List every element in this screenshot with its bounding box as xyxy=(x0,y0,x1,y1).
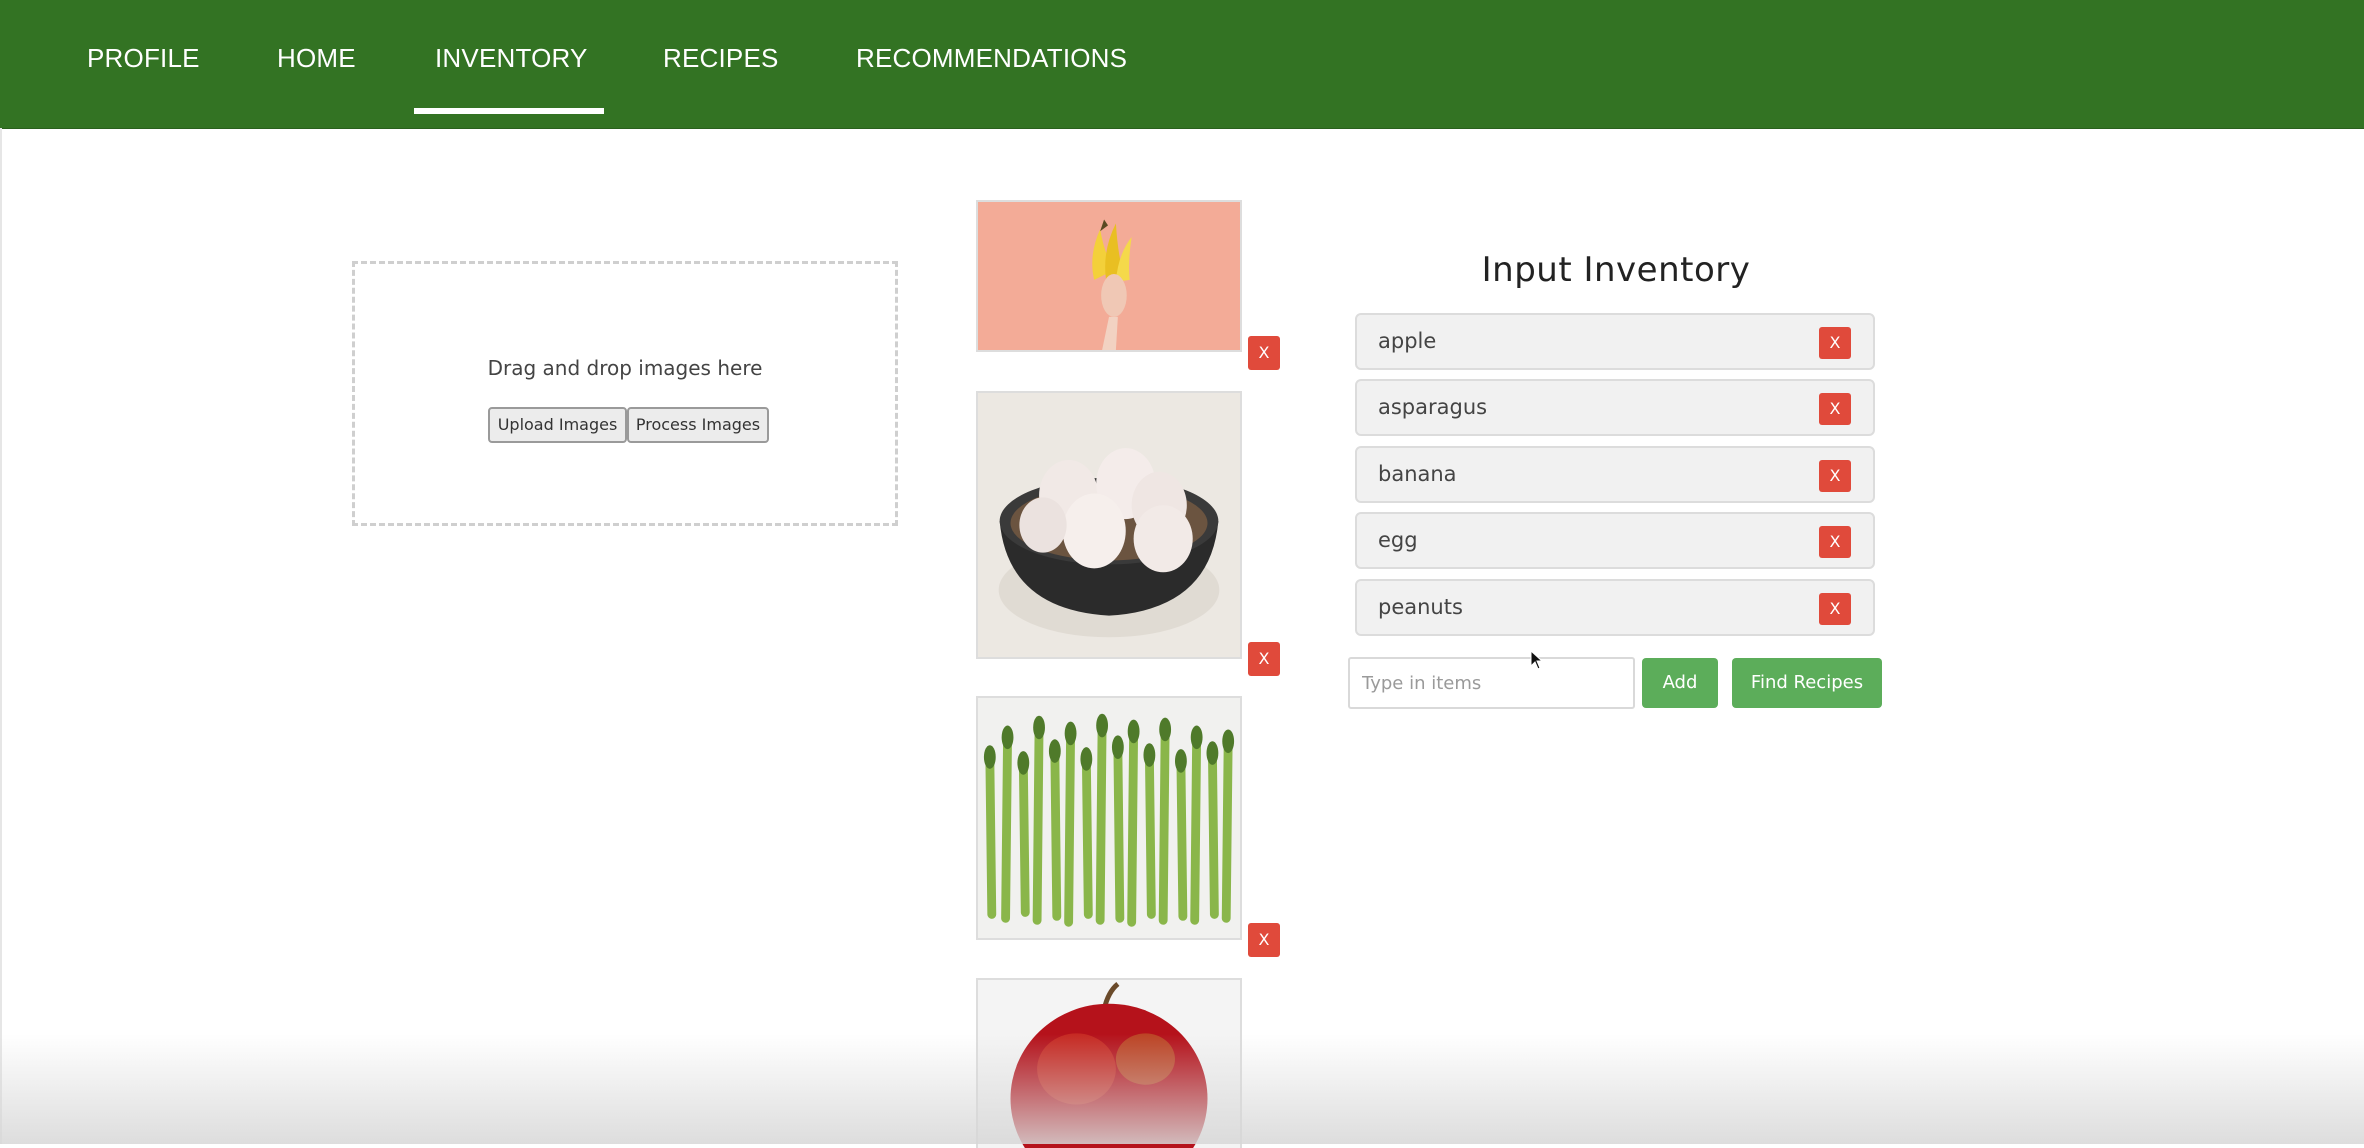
image-dropzone[interactable]: Drag and drop images here Upload Images … xyxy=(352,261,898,526)
inventory-item-label: apple xyxy=(1378,329,1437,353)
inventory-item: peanuts X xyxy=(1355,579,1875,636)
inventory-item-label: peanuts xyxy=(1378,595,1463,619)
add-item-button[interactable]: Add xyxy=(1642,658,1718,708)
inventory-item-label: banana xyxy=(1378,462,1457,486)
delete-image-banana-button[interactable]: X xyxy=(1248,336,1280,370)
active-tab-indicator xyxy=(414,108,604,114)
find-recipes-button[interactable]: Find Recipes xyxy=(1732,658,1882,708)
delete-image-asparagus-button[interactable]: X xyxy=(1248,923,1280,957)
dropzone-instructions: Drag and drop images here xyxy=(487,356,763,380)
nav-home[interactable]: HOME xyxy=(277,40,356,76)
upload-images-button[interactable]: Upload Images xyxy=(488,407,627,443)
remove-item-button[interactable]: X xyxy=(1819,393,1851,425)
uploaded-image-asparagus xyxy=(976,696,1242,940)
inventory-item: banana X xyxy=(1355,446,1875,503)
remove-item-button[interactable]: X xyxy=(1819,526,1851,558)
inventory-item-label: asparagus xyxy=(1378,395,1488,419)
page-left-border xyxy=(0,128,2,1144)
top-navbar: PROFILE HOME INVENTORY RECIPES RECOMMEND… xyxy=(0,0,2364,129)
item-entry-input[interactable] xyxy=(1348,657,1635,709)
nav-recommendations[interactable]: RECOMMENDATIONS xyxy=(856,40,1127,76)
inventory-item: asparagus X xyxy=(1355,379,1875,436)
inventory-item-label: egg xyxy=(1378,528,1418,552)
nav-inventory[interactable]: INVENTORY xyxy=(435,40,588,76)
uploaded-image-apple xyxy=(976,978,1242,1148)
nav-profile[interactable]: PROFILE xyxy=(87,40,200,76)
process-images-button[interactable]: Process Images xyxy=(627,407,769,443)
remove-item-button[interactable]: X xyxy=(1819,593,1851,625)
remove-item-button[interactable]: X xyxy=(1819,327,1851,359)
asparagus-photo-icon xyxy=(978,698,1240,938)
nav-recipes[interactable]: RECIPES xyxy=(663,40,779,76)
remove-item-button[interactable]: X xyxy=(1819,460,1851,492)
uploaded-image-egg xyxy=(976,391,1242,659)
uploaded-image-banana xyxy=(976,200,1242,352)
inventory-item: egg X xyxy=(1355,512,1875,569)
banana-photo-icon xyxy=(978,202,1240,350)
delete-image-egg-button[interactable]: X xyxy=(1248,642,1280,676)
egg-photo-icon xyxy=(978,393,1240,657)
mouse-pointer-icon xyxy=(1530,650,1544,670)
apple-photo-icon xyxy=(978,980,1240,1148)
inventory-title: Input Inventory xyxy=(1481,250,1751,290)
inventory-item: apple X xyxy=(1355,313,1875,370)
